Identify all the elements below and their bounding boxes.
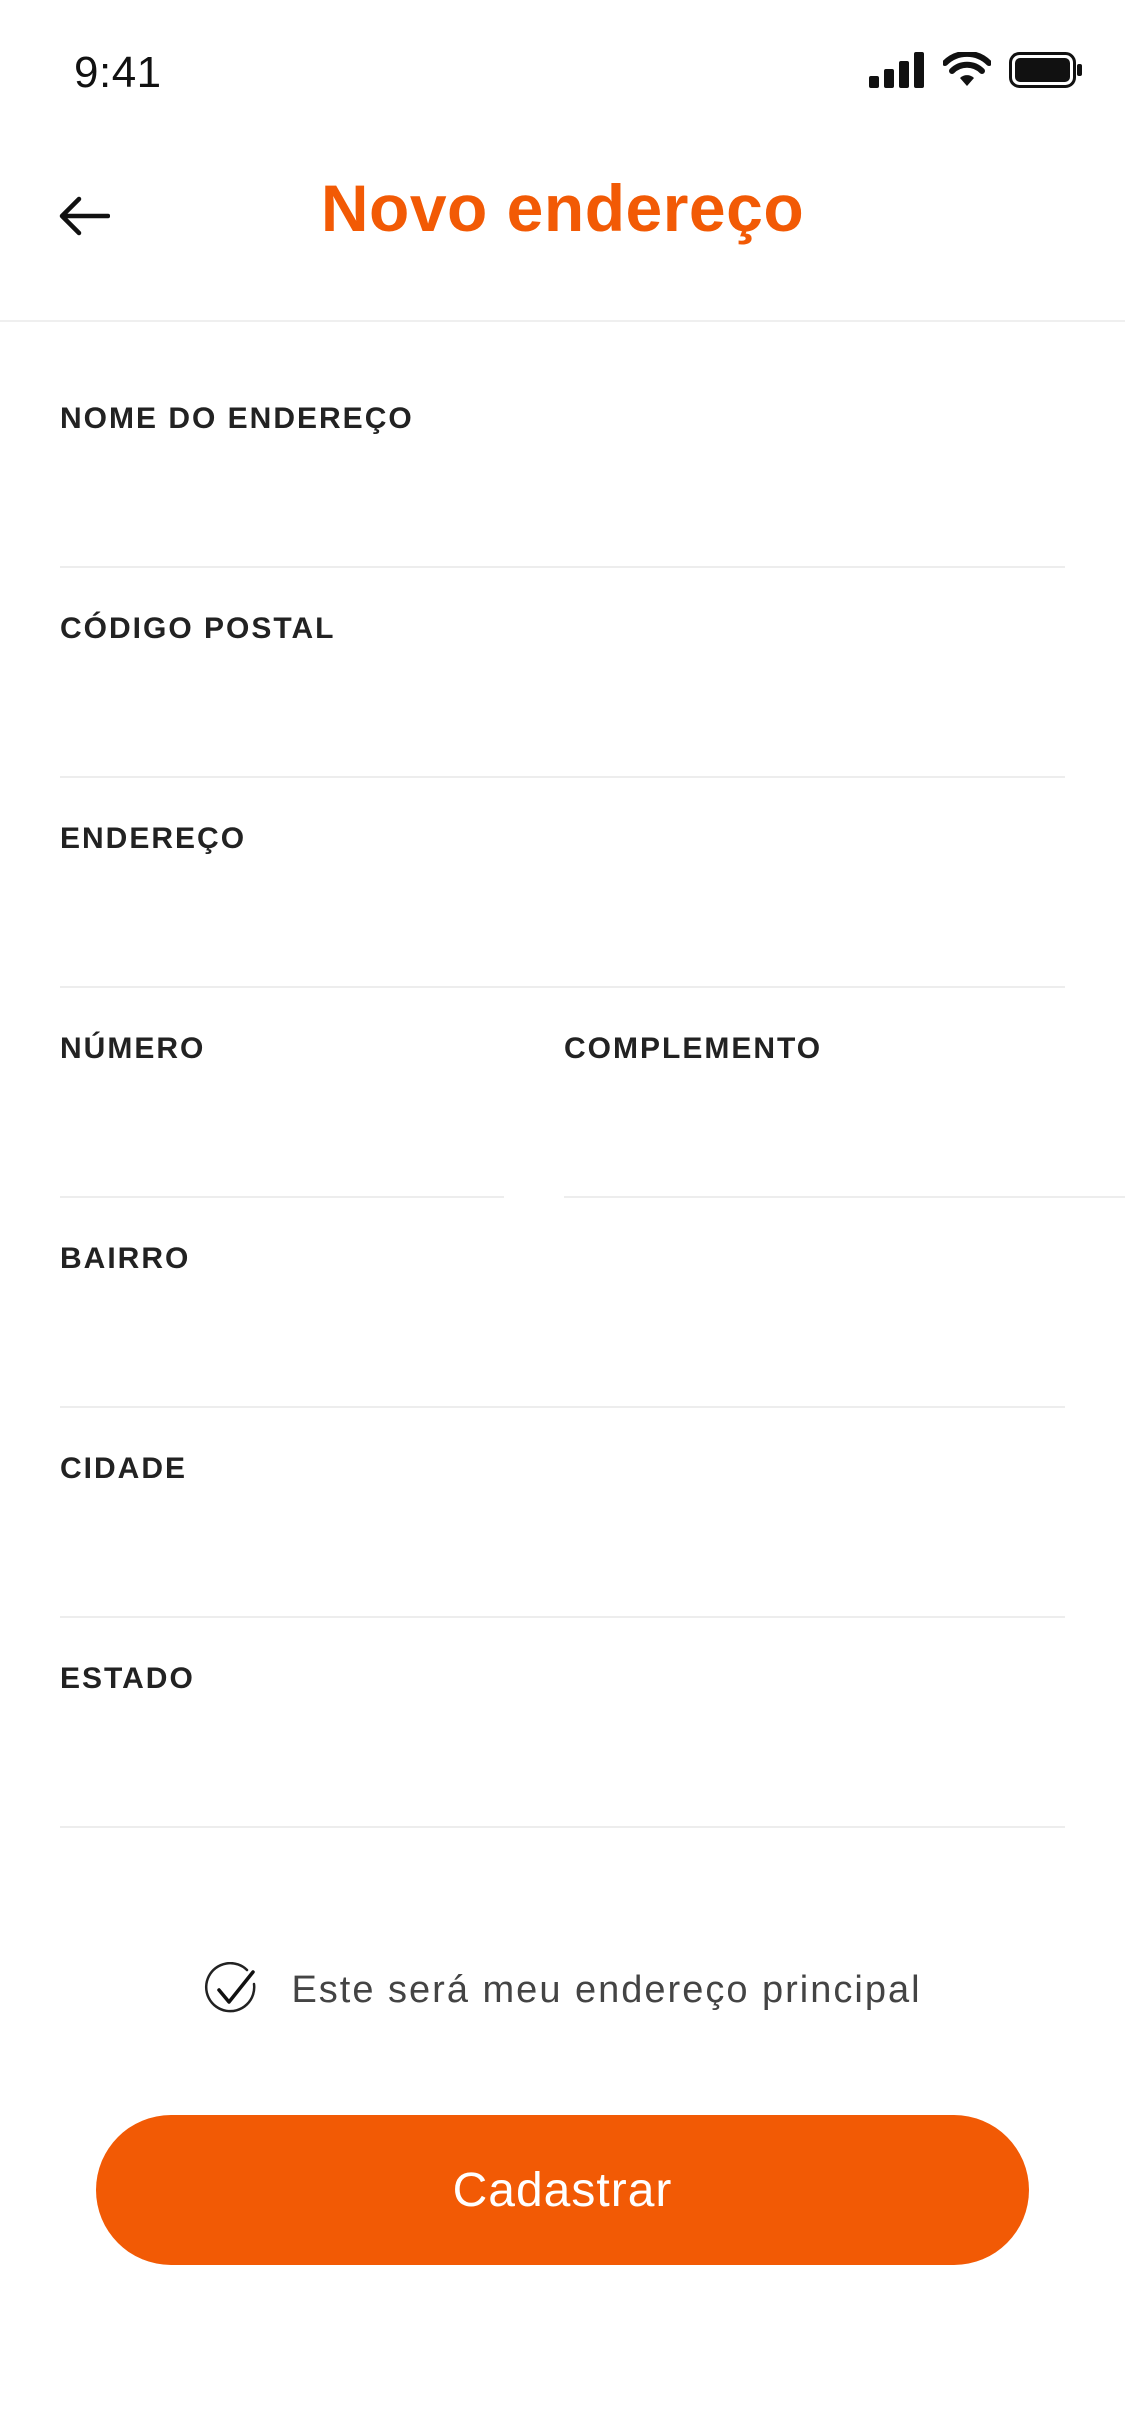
complemento-input[interactable] [564, 1096, 1125, 1172]
field-underline [564, 1196, 1125, 1198]
page-title: Novo endereço [320, 171, 805, 245]
field-underline [60, 776, 1065, 778]
field-label: ESTADO [60, 1662, 195, 1695]
cadastrar-button[interactable]: Cadastrar [96, 2115, 1029, 2265]
wifi-icon [943, 52, 991, 86]
status-icons [869, 50, 1083, 90]
header: Novo endereço [0, 140, 1125, 322]
main-address-label: Este será meu endereço principal [291, 1968, 922, 2011]
estado-input[interactable] [60, 1726, 1065, 1802]
field-endereco: ENDEREÇO [60, 822, 1065, 988]
field-underline [60, 1826, 1065, 1828]
field-label: COMPLEMENTO [564, 1032, 823, 1065]
field-label: BAIRRO [60, 1242, 191, 1275]
status-bar: 9:41 [0, 0, 1125, 140]
field-codigo-postal: CÓDIGO POSTAL [60, 612, 1065, 778]
check-circle-icon [205, 1962, 256, 2013]
field-label: NÚMERO [60, 1032, 206, 1065]
battery-icon [1009, 52, 1082, 88]
new-address-screen: 9:41 Novo endereço NOME DO ENDEREÇO CÓDI… [0, 0, 1125, 2436]
endereco-input[interactable] [60, 886, 1065, 962]
signal-icon [869, 52, 924, 88]
codigo-postal-input[interactable] [60, 676, 1065, 752]
field-nome-do-endereco: NOME DO ENDEREÇO [60, 402, 1065, 568]
nome-do-endereco-input[interactable] [60, 466, 1065, 542]
field-complemento: COMPLEMENTO [564, 1032, 1125, 1198]
cidade-input[interactable] [60, 1516, 1065, 1592]
field-label: NOME DO ENDEREÇO [60, 402, 414, 435]
field-bairro: BAIRRO [60, 1242, 1065, 1408]
main-address-checkbox[interactable]: Este será meu endereço principal [0, 1962, 1125, 2018]
field-label: CIDADE [60, 1452, 188, 1485]
field-label: ENDEREÇO [60, 822, 247, 855]
field-underline [60, 1406, 1065, 1408]
field-cidade: CIDADE [60, 1452, 1065, 1618]
field-underline [60, 986, 1065, 988]
field-underline [60, 1196, 504, 1198]
bairro-input[interactable] [60, 1306, 1065, 1382]
field-estado: ESTADO [60, 1662, 1065, 1828]
field-underline [60, 566, 1065, 568]
status-time: 9:41 [74, 48, 162, 97]
field-numero: NÚMERO [60, 1032, 504, 1198]
numero-input[interactable] [60, 1096, 504, 1172]
field-label: CÓDIGO POSTAL [60, 612, 336, 645]
field-underline [60, 1616, 1065, 1618]
